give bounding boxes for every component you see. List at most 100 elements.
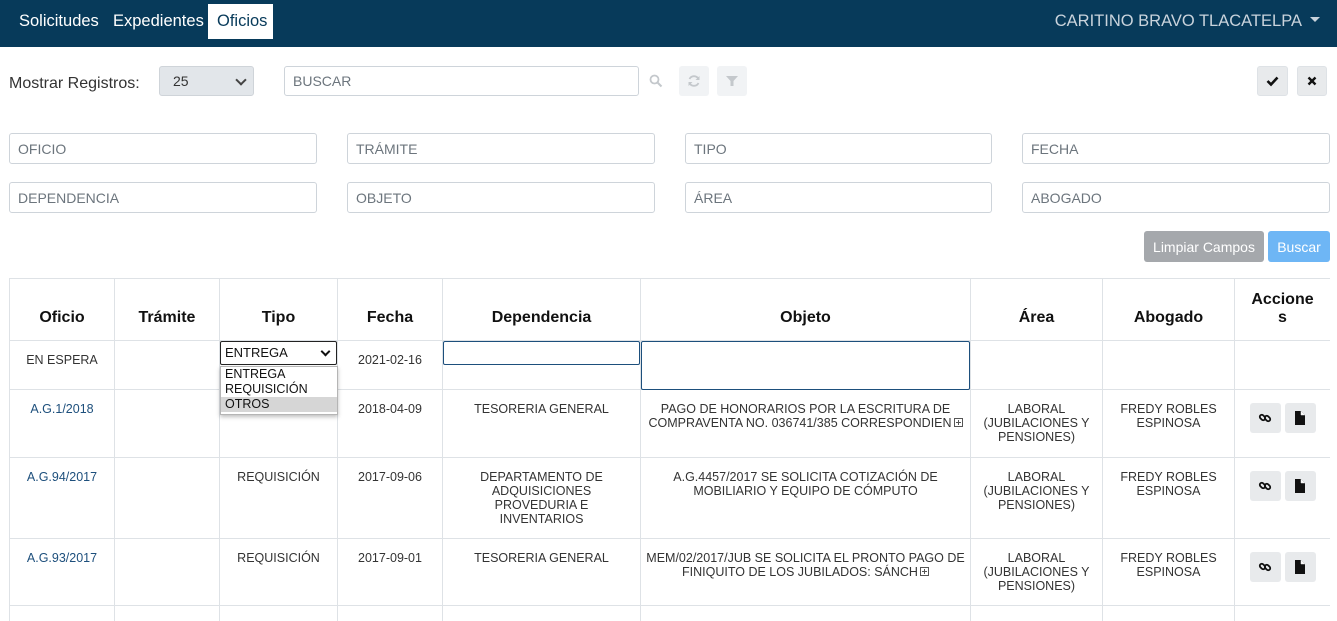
records-label: Mostrar Registros: <box>9 75 140 92</box>
table-row[interactable]: A.G.93/2017 REQUISICIÓN 2017-09-01 TESOR… <box>9 538 1330 606</box>
cell-fecha: 2018-04-09 <box>337 389 443 458</box>
cell-acciones <box>1234 340 1330 390</box>
cell-tipo <box>219 605 338 621</box>
filter-dependencia[interactable] <box>9 182 317 213</box>
link-button[interactable] <box>1249 403 1281 433</box>
table-row[interactable] <box>9 605 1330 621</box>
chevron-down-icon <box>320 346 331 357</box>
filter-area[interactable] <box>685 182 992 213</box>
nav-oficios[interactable]: Oficios <box>208 4 273 39</box>
col-header-fecha[interactable]: Fecha <box>337 278 443 341</box>
filter-icon <box>726 76 738 86</box>
col-header-tipo[interactable]: Tipo <box>219 278 338 341</box>
document-button[interactable] <box>1284 552 1316 582</box>
records-per-page-select[interactable]: 25 <box>159 66 254 96</box>
confirm-button[interactable] <box>1257 66 1288 96</box>
filter-abogado[interactable] <box>1022 182 1330 213</box>
col-header-abogado[interactable]: Abogado <box>1102 278 1235 341</box>
file-icon <box>1295 411 1305 425</box>
cell-tramite <box>114 340 220 390</box>
filter-button[interactable] <box>717 66 747 96</box>
objeto-text: MEM/02/2017/JUB SE SOLICITA EL PRONTO PA… <box>646 551 965 579</box>
link-button[interactable] <box>1249 552 1281 582</box>
tipo-dropdown-list: ENTREGA REQUISICIÓN OTROS <box>220 366 338 415</box>
cell-abogado: FREDY ROBLES ESPINOSA <box>1102 389 1235 458</box>
cell-tipo: REQUISICIÓN <box>219 538 338 606</box>
cell-objeto: A.G.4457/2017 SE SOLICITA COTIZACIÓN DE … <box>640 457 971 539</box>
document-button[interactable] <box>1284 403 1316 433</box>
filter-oficio[interactable] <box>9 133 317 164</box>
objeto-edit-textarea[interactable] <box>641 341 970 390</box>
acciones-label: Accione s <box>1251 291 1314 326</box>
cell-acciones <box>1234 389 1330 458</box>
col-header-tramite[interactable]: Trámite <box>114 278 220 341</box>
cell-oficio-link[interactable]: A.G.93/2017 <box>9 538 115 606</box>
cell-fecha: 2021-02-16 <box>337 340 443 390</box>
table-row[interactable]: A.G.1/2018 2018-04-09 TESORERIA GENERAL … <box>9 389 1330 458</box>
cell-tipo: REQUISICIÓN <box>219 457 338 539</box>
expand-icon[interactable] <box>919 567 929 577</box>
cell-dependencia: TESORERIA GENERAL <box>442 389 641 458</box>
filter-tipo[interactable] <box>685 133 992 164</box>
cell-oficio <box>9 605 115 621</box>
tipo-option-otros[interactable]: OTROS <box>221 397 337 412</box>
cell-fecha <box>337 605 443 621</box>
oficios-table: Oficio Trámite Tipo Fecha Dependencia Ob… <box>9 278 1330 621</box>
filter-tramite[interactable] <box>347 133 655 164</box>
search-input[interactable] <box>284 66 639 96</box>
cell-objeto: MEM/02/2017/JUB SE SOLICITA EL PRONTO PA… <box>640 538 971 606</box>
cell-acciones <box>1234 457 1330 539</box>
document-button[interactable] <box>1284 471 1316 501</box>
tipo-option-entrega[interactable]: ENTREGA <box>221 367 337 382</box>
search-submit-button[interactable]: Buscar <box>1268 231 1330 262</box>
link-icon <box>1258 481 1272 491</box>
nav-solicitudes[interactable]: Solicitudes <box>10 4 108 39</box>
cell-abogado: FREDY ROBLES ESPINOSA <box>1102 457 1235 539</box>
check-icon <box>1266 76 1279 87</box>
cell-tramite <box>114 538 220 606</box>
cell-abogado <box>1102 340 1235 390</box>
close-icon <box>1307 76 1317 86</box>
clear-fields-button[interactable]: Limpiar Campos <box>1144 231 1264 262</box>
cell-dependencia: TESORERIA GENERAL <box>442 538 641 606</box>
table-header-row: Oficio Trámite Tipo Fecha Dependencia Ob… <box>9 278 1330 341</box>
expand-icon[interactable] <box>953 418 963 428</box>
file-icon <box>1295 479 1305 493</box>
cell-area <box>970 605 1103 621</box>
records-value: 25 <box>173 73 189 89</box>
chevron-down-icon <box>235 74 247 86</box>
search-button[interactable] <box>641 66 671 96</box>
table-row[interactable]: A.G.94/2017 REQUISICIÓN 2017-09-06 DEPAR… <box>9 457 1330 539</box>
col-header-objeto[interactable]: Objeto <box>640 278 971 341</box>
cell-fecha: 2017-09-01 <box>337 538 443 606</box>
filter-objeto[interactable] <box>347 182 655 213</box>
cell-area: LABORAL (JUBILACIONES Y PENSIONES) <box>970 457 1103 539</box>
cell-objeto <box>640 605 971 621</box>
col-header-oficio[interactable]: Oficio <box>9 278 115 341</box>
cancel-button[interactable] <box>1297 66 1327 96</box>
refresh-button[interactable] <box>679 66 709 96</box>
dependencia-edit-input[interactable] <box>443 341 640 365</box>
cell-oficio-link[interactable]: A.G.1/2018 <box>9 389 115 458</box>
cell-oficio-link[interactable]: A.G.94/2017 <box>9 457 115 539</box>
col-header-area[interactable]: Área <box>970 278 1103 341</box>
refresh-icon <box>688 75 700 87</box>
link-icon <box>1258 413 1272 423</box>
cell-abogado <box>1102 605 1235 621</box>
link-button[interactable] <box>1249 471 1281 501</box>
cell-fecha: 2017-09-06 <box>337 457 443 539</box>
cell-abogado: FREDY ROBLES ESPINOSA <box>1102 538 1235 606</box>
tipo-option-requisicion[interactable]: REQUISICIÓN <box>221 382 337 397</box>
user-menu[interactable]: CARITINO BRAVO TLACATELPA <box>1055 4 1320 39</box>
tipo-select[interactable]: ENTREGA <box>220 341 337 365</box>
top-navbar: Solicitudes Expedientes Oficios CARITINO… <box>0 0 1337 47</box>
filter-fecha[interactable] <box>1022 133 1330 164</box>
col-header-dependencia[interactable]: Dependencia <box>442 278 641 341</box>
cell-dependencia: DEPARTAMENTO DE ADQUISICIONES PROVEDURIA… <box>442 457 641 539</box>
col-header-acciones: Accione s <box>1234 278 1330 341</box>
cell-acciones <box>1234 538 1330 606</box>
nav-expedientes[interactable]: Expedientes <box>104 4 213 39</box>
cell-area: LABORAL (JUBILACIONES Y PENSIONES) <box>970 538 1103 606</box>
dependencia-text: DEPARTAMENTO DE ADQUISICIONES PROVEDURIA… <box>480 470 603 526</box>
cell-tramite <box>114 389 220 458</box>
